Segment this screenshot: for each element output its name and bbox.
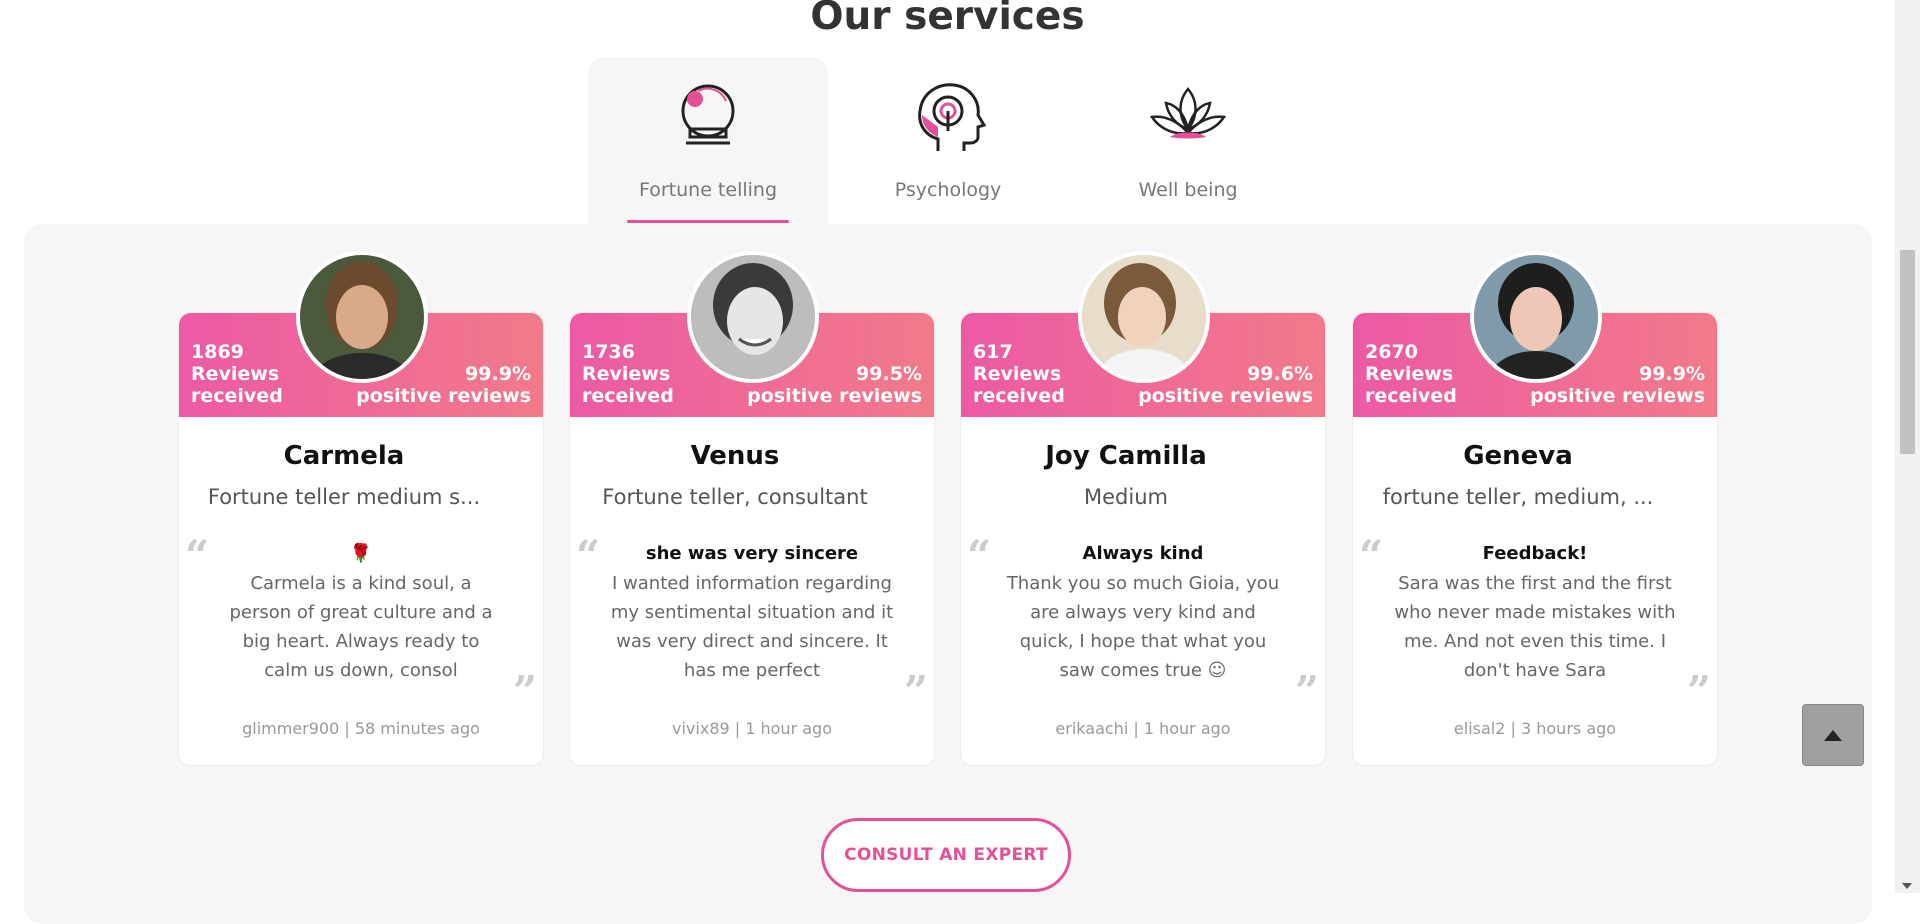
avatar[interactable] (1470, 251, 1602, 383)
expert-name[interactable]: Carmela (179, 441, 509, 471)
expert-specialty: Medium (1084, 485, 1168, 509)
expert-specialty: Fortune teller, consultant (602, 485, 868, 509)
tab-well-being[interactable]: Well being (1068, 57, 1308, 224)
scroll-down-arrow-icon[interactable] (1902, 883, 1912, 889)
crystal-ball-icon (681, 84, 735, 145)
close-quote-icon: ” (1686, 667, 1711, 716)
review-text: Carmela is a kind soul, a person of grea… (229, 573, 493, 681)
review-text: Sara was the first and the first who nev… (1394, 573, 1676, 681)
expert-card-joy-camilla[interactable]: 617 Reviews received 99.6% positive reviews… (960, 251, 1326, 766)
reviews-received: 1869 Reviews received (191, 341, 283, 407)
expert-specialty: Fortune teller medium s... (207, 485, 481, 509)
review-text: I wanted information regarding my sentim… (610, 573, 894, 681)
tab-fortune-telling[interactable]: Fortune telling (588, 57, 828, 224)
close-quote-icon: ” (903, 667, 928, 716)
expert-name[interactable]: Joy Camilla (961, 441, 1291, 471)
review-title: Always kind (1082, 543, 1204, 564)
services-tabs: Fortune telling Psychology Well being (588, 57, 1308, 224)
avatar[interactable] (1078, 251, 1210, 383)
reviews-received: 1736 Reviews received (582, 341, 674, 407)
expert-specialty: fortune teller, medium, ... (1382, 485, 1654, 509)
open-quote-icon: “ (1359, 531, 1384, 580)
avatar[interactable] (687, 251, 819, 383)
expert-name[interactable]: Geneva (1353, 441, 1683, 471)
scrollbar-thumb[interactable] (1900, 250, 1915, 454)
consult-expert-button[interactable]: CONSULT AN EXPERT (821, 818, 1071, 892)
review-title: 🌹 (349, 543, 373, 564)
expert-card-venus[interactable]: 1736 Reviews received 99.5% positive review… (569, 251, 935, 766)
review-footer: glimmer900 | 58 minutes ago (242, 719, 480, 738)
open-quote-icon: “ (576, 531, 601, 580)
scroll-to-top-button[interactable] (1802, 704, 1864, 766)
arrow-up-icon (1824, 729, 1842, 741)
active-tab-indicator (627, 220, 789, 223)
page-scrollbar[interactable] (1895, 0, 1920, 893)
review-footer: erikaachi | 1 hour ago (1055, 719, 1231, 738)
review-text: Thank you so much Gioia, you are always … (1006, 573, 1280, 681)
close-quote-icon: ” (512, 667, 537, 716)
tab-label: Fortune telling (638, 179, 778, 201)
tab-psychology[interactable]: Psychology (828, 57, 1068, 224)
tab-label: Psychology (894, 179, 1002, 201)
open-quote-icon: “ (967, 531, 992, 580)
reviews-received: 617 Reviews received (973, 341, 1065, 407)
reviews-received: 2670 Reviews received (1365, 341, 1457, 407)
review-title: she was very sincere (645, 543, 859, 564)
expert-card-carmela[interactable]: 1869 Reviews received 99.9% positive review… (178, 251, 544, 766)
close-quote-icon: ” (1294, 667, 1319, 716)
review-footer: vivix89 | 1 hour ago (672, 719, 832, 738)
review-title: Feedback! (1482, 543, 1588, 564)
head-mind-icon (918, 83, 987, 151)
avatar[interactable] (296, 251, 428, 383)
expert-name[interactable]: Venus (570, 441, 900, 471)
open-quote-icon: “ (185, 531, 210, 580)
review-footer: elisal2 | 3 hours ago (1453, 719, 1617, 738)
section-title: Our services (810, 0, 1085, 39)
tab-label: Well being (1138, 179, 1238, 201)
lotus-icon (1149, 87, 1227, 139)
expert-card-geneva[interactable]: 2670 Reviews received 99.9% positive review… (1352, 251, 1718, 766)
